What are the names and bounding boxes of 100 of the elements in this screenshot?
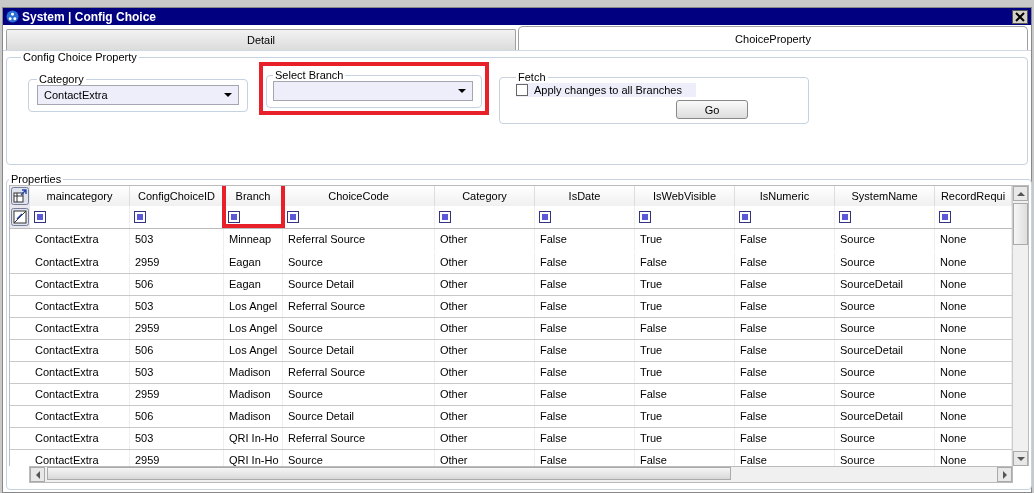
table-cell: Source: [835, 229, 935, 251]
column-header[interactable]: IsWebVisible: [635, 186, 735, 206]
table-cell: False: [535, 406, 635, 427]
table-cell: 503: [130, 428, 224, 449]
table-cell: SourceDetail: [835, 340, 935, 361]
table-cell: Other: [435, 362, 535, 383]
table-cell: False: [535, 252, 635, 273]
table-cell: True: [635, 428, 735, 449]
filter-icon[interactable]: [839, 211, 851, 223]
column-header[interactable]: IsDate: [535, 186, 635, 206]
table-cell: ContactExtra: [30, 296, 130, 317]
table-cell: Other: [435, 274, 535, 295]
table-cell: Los Angel: [224, 340, 283, 361]
table-cell: Source: [835, 296, 935, 317]
table-cell: Source: [283, 384, 435, 405]
filter-icon[interactable]: [539, 211, 551, 223]
table-cell: False: [735, 274, 835, 295]
table-cell: 503: [130, 296, 224, 317]
table-cell: Eagan: [224, 274, 283, 295]
table-cell: False: [635, 384, 735, 405]
up-arrow-icon[interactable]: [1016, 191, 1025, 196]
table-cell: Source: [835, 384, 935, 405]
column-chooser-icon[interactable]: [11, 187, 29, 205]
column-header[interactable]: SystemName: [835, 186, 935, 206]
table-cell: Madison: [224, 362, 283, 383]
table-cell: False: [635, 252, 735, 273]
scroll-thumb[interactable]: [1013, 203, 1028, 245]
table-cell: Source: [835, 428, 935, 449]
table-cell: True: [635, 274, 735, 295]
column-header[interactable]: ChoiceCode: [283, 186, 435, 206]
group-title: Select Branch: [274, 69, 345, 81]
table-cell: Madison: [224, 406, 283, 427]
table-cell: Los Angel: [224, 318, 283, 339]
scroll-thumb[interactable]: [47, 467, 731, 480]
filter-icon[interactable]: [739, 211, 751, 223]
table-cell: Source Detail: [283, 274, 435, 295]
left-arrow-icon[interactable]: [35, 470, 40, 479]
apply-all-checkbox[interactable]: Apply changes to all Branches: [516, 83, 696, 97]
table-cell: False: [535, 274, 635, 295]
horizontal-scrollbar[interactable]: [29, 466, 1013, 483]
table-cell: Other: [435, 340, 535, 361]
table-cell: True: [635, 362, 735, 383]
table-cell: 2959: [130, 252, 224, 273]
group-title: Fetch: [517, 71, 547, 83]
group-title: Category: [38, 73, 85, 85]
table-cell: Source: [835, 318, 935, 339]
close-icon: [1015, 11, 1025, 22]
table-cell: ContactExtra: [30, 229, 130, 251]
table-cell: Source Detail: [283, 340, 435, 361]
table-cell: Referral Source: [283, 229, 435, 251]
filter-icon[interactable]: [34, 211, 46, 223]
window-title: System | Config Choice: [22, 9, 158, 24]
caret-icon: [458, 89, 466, 93]
table-cell: False: [635, 318, 735, 339]
table-cell: False: [735, 428, 835, 449]
app-logo-icon: [6, 10, 19, 23]
table-cell: Los Angel: [224, 296, 283, 317]
column-header[interactable]: Category: [435, 186, 535, 206]
table-cell: True: [635, 229, 735, 251]
table-cell: Madison: [224, 384, 283, 405]
table-cell: Source: [835, 362, 935, 383]
table-cell: Referral Source: [283, 428, 435, 449]
table-cell: 506: [130, 274, 224, 295]
category-dropdown[interactable]: ContactExtra: [37, 85, 239, 105]
filter-clear-icon[interactable]: [11, 208, 29, 226]
table-cell: False: [735, 318, 835, 339]
filter-icon[interactable]: [639, 211, 651, 223]
filter-icon[interactable]: [439, 211, 451, 223]
tab[interactable]: ChoiceProperty: [518, 26, 1028, 50]
table-cell: True: [635, 406, 735, 427]
filter-icon[interactable]: [228, 211, 240, 223]
table-cell: 506: [130, 340, 224, 361]
table-cell: False: [535, 296, 635, 317]
table-cell: Other: [435, 296, 535, 317]
group-title: Config Choice Property: [22, 51, 138, 63]
column-header[interactable]: RecordRequi: [935, 186, 1012, 206]
column-header[interactable]: maincategory: [30, 186, 130, 206]
table-cell: Source: [835, 252, 935, 273]
filter-icon[interactable]: [939, 211, 951, 223]
table-cell: False: [735, 406, 835, 427]
table-cell: Other: [435, 229, 535, 251]
filter-icon[interactable]: [287, 211, 299, 223]
table-cell: False: [535, 428, 635, 449]
table-cell: ContactExtra: [30, 340, 130, 361]
table-cell: False: [535, 318, 635, 339]
vertical-scrollbar[interactable]: [1012, 186, 1028, 466]
table-cell: Source Detail: [283, 406, 435, 427]
close-button[interactable]: [1012, 9, 1028, 24]
tab[interactable]: Detail: [6, 29, 516, 50]
go-button[interactable]: Go: [676, 100, 748, 119]
table-cell: False: [535, 229, 635, 251]
down-arrow-icon[interactable]: [1016, 456, 1025, 461]
table-cell: Minneap: [224, 229, 283, 251]
column-header[interactable]: IsNumeric: [735, 186, 835, 206]
filter-icon[interactable]: [134, 211, 146, 223]
table-cell: ContactExtra: [30, 406, 130, 427]
table-cell: 503: [130, 229, 224, 251]
right-arrow-icon[interactable]: [1002, 470, 1007, 479]
table-cell: QRI In-Ho: [224, 428, 283, 449]
table-cell: Source: [283, 252, 435, 273]
